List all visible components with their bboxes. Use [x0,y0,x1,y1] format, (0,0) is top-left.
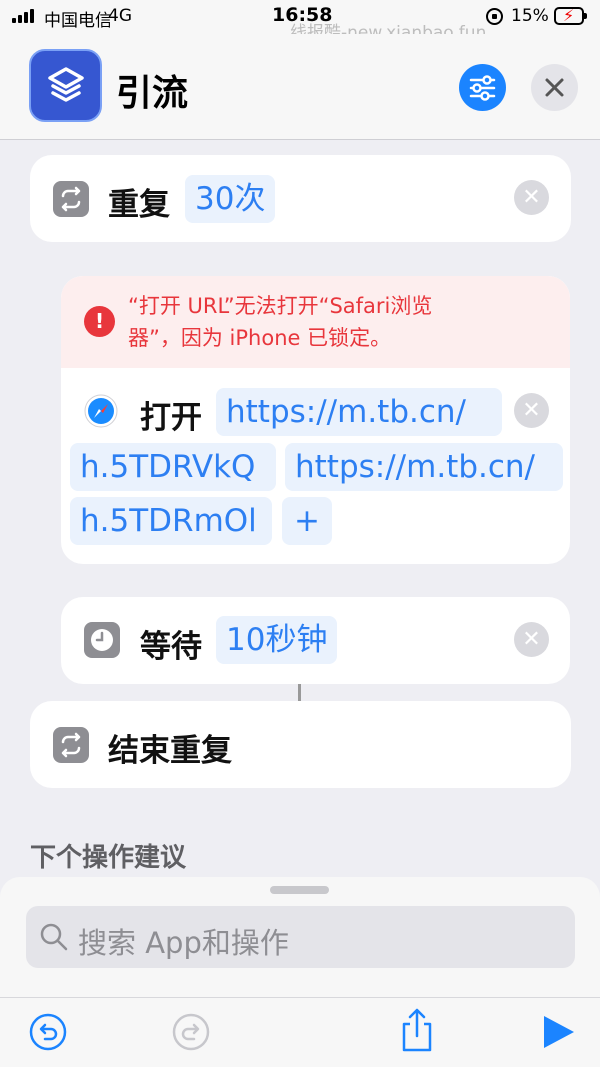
search-placeholder: 搜索 App和操作 [78,926,289,960]
battery-icon: ⚡ [554,6,587,25]
sliders-icon [469,75,496,101]
page-title: 引流 [116,73,189,114]
url-token-line1[interactable]: https://m.tb.cn/ [216,388,502,436]
repeat-count-token[interactable]: 30次 [185,175,276,223]
close-button[interactable] [531,64,578,111]
header: 引流 [0,34,600,140]
wait-verb: 等待 [140,629,202,665]
run-button[interactable] [540,1014,576,1050]
flow-connector [298,684,301,701]
remove-open-url-button[interactable]: ✕ [514,393,549,428]
safari-icon [84,394,118,428]
end-repeat-verb: 结束重复 [108,733,232,769]
add-variable-button[interactable]: + [282,497,332,545]
search-input[interactable]: 搜索 App和操作 [26,906,575,968]
error-message: “打开 URL”无法打开“Safari浏览 器”，因为 iPhone 已锁定。 [128,294,433,350]
redo-button[interactable] [171,1012,211,1052]
error-icon: ! [84,306,115,337]
url-token-line4[interactable]: h.5TDRmOl [70,497,272,545]
share-icon [402,1008,432,1052]
shortcuts-icon[interactable] [29,49,102,122]
orientation-lock-icon [486,8,503,25]
url-token-line3[interactable]: https://m.tb.cn/ [285,443,563,491]
repeat-icon [53,181,89,217]
network-label: 4G [108,6,132,26]
open-verb: 打开 [140,400,202,436]
settings-button[interactable] [459,64,506,111]
remove-wait-button[interactable]: ✕ [514,622,549,657]
carrier-label: 中国电信 [44,11,112,31]
suggestions-heading: 下个操作建议 [30,843,187,873]
play-icon [544,1016,574,1048]
wait-duration-token[interactable]: 10秒钟 [216,616,338,664]
share-button[interactable] [397,1006,437,1054]
url-token-line2[interactable]: h.5TDRVkQ [70,443,276,491]
clock-icon [84,622,120,658]
undo-icon [29,1013,67,1051]
battery-percent: 15% [511,6,549,26]
repeat-icon [53,727,89,763]
undo-button[interactable] [28,1012,68,1052]
action-search-sheet: 搜索 App和操作 [0,877,600,997]
search-icon [40,923,68,951]
redo-icon [172,1013,210,1051]
status-bar: 中国电信 4G 16:58 线报酷-new.xianbao.fun 15% ⚡ [0,0,600,43]
bottom-toolbar [0,997,600,1067]
sheet-grabber[interactable] [270,886,329,894]
remove-repeat-button[interactable]: ✕ [514,180,549,215]
signal-icon [12,9,38,23]
close-icon [545,78,564,97]
repeat-verb: 重复 [108,187,170,223]
